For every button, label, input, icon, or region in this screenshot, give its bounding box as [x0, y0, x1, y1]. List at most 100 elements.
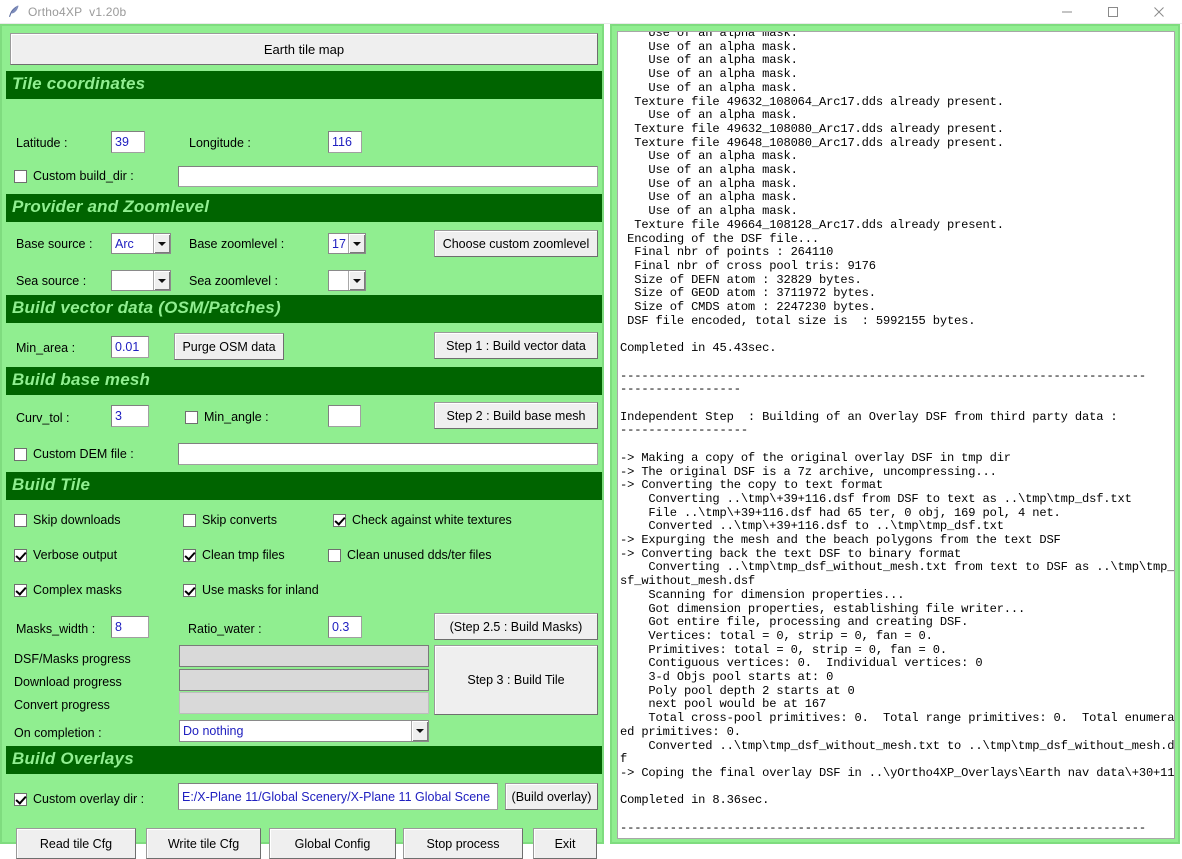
section-header-provider-zoomlevel: Provider and Zoomlevel [6, 194, 602, 222]
min-angle-label: Min_angle : [204, 410, 269, 424]
console-output[interactable]: Use of an alpha mask. Use of an alpha ma… [617, 31, 1175, 839]
checkbox-use-masks-for-inland[interactable]: Use masks for inland [183, 583, 319, 597]
custom-dem-file-input[interactable] [178, 443, 598, 465]
checkbox-clean-tmp-files[interactable]: Clean tmp files [183, 548, 285, 562]
checkbox-skip-downloads[interactable]: Skip downloads [14, 513, 121, 527]
min-area-input[interactable]: 0.01 [111, 336, 149, 358]
base-zoomlevel-label: Base zoomlevel : [189, 237, 285, 251]
on-completion-value: Do nothing [183, 724, 244, 738]
checkbox-label: Skip downloads [33, 513, 121, 527]
convert-progress-label: Convert progress [14, 698, 110, 712]
masks-width-input[interactable]: 8 [111, 616, 149, 638]
curv-tol-input[interactable]: 3 [111, 405, 149, 427]
longitude-label: Longitude : [189, 136, 251, 150]
chevron-down-icon[interactable] [153, 271, 170, 290]
checkbox-box[interactable] [183, 548, 196, 562]
minimize-icon[interactable] [1044, 0, 1090, 23]
checkbox-box[interactable] [14, 447, 27, 461]
latitude-label: Latitude : [16, 136, 68, 150]
base-source-dropdown[interactable]: Arc [111, 233, 171, 254]
sea-source-dropdown[interactable] [111, 270, 171, 291]
longitude-input[interactable]: 116 [328, 131, 362, 153]
checkbox-clean-unused-dds-ter-files[interactable]: Clean unused dds/ter files [328, 548, 492, 562]
chevron-down-icon[interactable] [348, 234, 365, 253]
section-header-build-vector-data: Build vector data (OSM/Patches) [6, 295, 602, 323]
on-completion-dropdown[interactable]: Do nothing [179, 720, 429, 742]
chevron-down-icon[interactable] [411, 721, 428, 741]
checkbox-box[interactable] [333, 513, 346, 527]
stop-process-button[interactable]: Stop process [403, 828, 523, 859]
curv-tol-label: Curv_tol : [16, 411, 70, 425]
ratio-water-label: Ratio_water : [188, 622, 262, 636]
checkbox-verbose-output[interactable]: Verbose output [14, 548, 117, 562]
console-log-text: Use of an alpha mask. Use of an alpha ma… [620, 31, 1175, 838]
custom-dem-file-label: Custom DEM file : [33, 447, 134, 461]
base-zoomlevel-dropdown[interactable]: 17 [328, 233, 366, 254]
console-panel: Use of an alpha mask. Use of an alpha ma… [610, 24, 1180, 844]
checkbox-label: Use masks for inland [202, 583, 319, 597]
checkbox-skip-converts[interactable]: Skip converts [183, 513, 277, 527]
sea-zoomlevel-dropdown[interactable] [328, 270, 366, 291]
checkbox-label: Skip converts [202, 513, 278, 527]
write-tile-cfg-button[interactable]: Write tile Cfg [146, 828, 261, 859]
min-angle-input[interactable] [328, 405, 361, 427]
base-source-value: Arc [115, 236, 134, 251]
purge-osm-data-button[interactable]: Purge OSM data [174, 333, 284, 360]
checkbox-check-against-white-textures[interactable]: Check against white textures [333, 513, 512, 527]
read-tile-cfg-button[interactable]: Read tile Cfg [16, 828, 136, 859]
custom-dem-file-checkbox[interactable]: Custom DEM file : [14, 447, 134, 461]
window-title: Ortho4XP v1.20b [28, 4, 127, 19]
exit-button[interactable]: Exit [533, 828, 597, 859]
min-area-label: Min_area : [16, 341, 76, 355]
checkbox-box[interactable] [328, 548, 341, 562]
dsf-masks-progressbar [179, 645, 429, 667]
earth-tile-map-button[interactable]: Earth tile map [10, 33, 598, 65]
checkbox-label: Complex masks [33, 583, 122, 597]
checkbox-box[interactable] [183, 513, 196, 527]
custom-build-dir-input[interactable] [178, 166, 598, 187]
build-overlay-button[interactable]: (Build overlay) [505, 783, 598, 810]
checkbox-label: Clean unused dds/ter files [347, 548, 492, 562]
checkbox-box[interactable] [14, 548, 27, 562]
custom-overlay-dir-input[interactable]: E:/X-Plane 11/Global Scenery/X-Plane 11 … [178, 783, 498, 810]
checkbox-box[interactable] [14, 513, 27, 527]
convert-progressbar [179, 692, 429, 714]
global-config-button[interactable]: Global Config [269, 828, 396, 859]
sea-zoomlevel-label: Sea zoomlevel : [189, 274, 278, 288]
section-header-build-base-mesh: Build base mesh [6, 367, 602, 395]
download-progress-label: Download progress [14, 675, 122, 689]
maximize-icon[interactable] [1090, 0, 1136, 23]
sea-source-label: Sea source : [16, 274, 87, 288]
chevron-down-icon[interactable] [348, 271, 365, 290]
custom-overlay-dir-checkbox[interactable]: Custom overlay dir : [14, 792, 144, 806]
masks-width-label: Masks_width : [16, 622, 96, 636]
main-area: Earth tile map Tile coordinates Latitude… [0, 24, 1182, 859]
checkbox-label: Check against white textures [352, 513, 512, 527]
choose-custom-zoomlevel-button[interactable]: Choose custom zoomlevel [434, 230, 598, 257]
checkbox-box[interactable] [183, 583, 196, 597]
checkbox-box[interactable] [185, 410, 198, 424]
step1-build-vector-data-button[interactable]: Step 1 : Build vector data [434, 332, 598, 359]
checkbox-box[interactable] [14, 792, 27, 806]
step2-build-base-mesh-button[interactable]: Step 2 : Build base mesh [434, 402, 598, 429]
step25-build-masks-button[interactable]: (Step 2.5 : Build Masks) [434, 613, 598, 640]
checkbox-box[interactable] [14, 169, 27, 183]
min-angle-checkbox[interactable]: Min_angle : [185, 410, 269, 424]
feather-icon [6, 4, 22, 20]
ratio-water-input[interactable]: 0.3 [328, 616, 362, 638]
custom-build-dir-checkbox[interactable]: Custom build_dir : [14, 169, 134, 183]
custom-overlay-dir-label: Custom overlay dir : [33, 792, 145, 806]
checkbox-box[interactable] [14, 583, 27, 597]
window-titlebar: Ortho4XP v1.20b [0, 0, 1182, 24]
latitude-input[interactable]: 39 [111, 131, 145, 153]
section-header-tile-coordinates: Tile coordinates [6, 71, 602, 99]
step3-build-tile-button[interactable]: Step 3 : Build Tile [434, 645, 598, 715]
close-icon[interactable] [1136, 0, 1182, 23]
checkbox-label: Verbose output [33, 548, 118, 562]
window-controls [1044, 0, 1182, 23]
dsf-masks-progress-label: DSF/Masks progress [14, 652, 131, 666]
on-completion-label: On completion : [14, 726, 102, 740]
checkbox-complex-masks[interactable]: Complex masks [14, 583, 122, 597]
chevron-down-icon[interactable] [153, 234, 170, 253]
base-zoomlevel-value: 17 [332, 236, 346, 251]
